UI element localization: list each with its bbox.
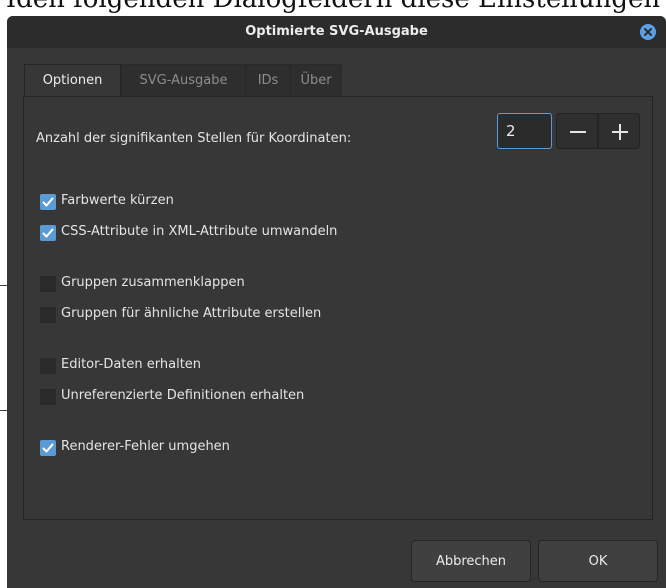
checkbox[interactable]: [40, 440, 56, 456]
close-icon: [644, 28, 652, 36]
background-document-mark: [0, 410, 7, 411]
option-label: Farbwerte kürzen: [61, 193, 174, 208]
tab-options[interactable]: Optionen: [24, 64, 121, 97]
close-button[interactable]: [640, 24, 656, 40]
options-panel: Anzahl der signifikanten Stellen für Koo…: [23, 96, 653, 520]
minus-icon: [570, 131, 586, 133]
checkbox[interactable]: [40, 389, 56, 405]
checkbox[interactable]: [40, 307, 56, 323]
option-label: Unreferenzierte Definitionen erhalten: [61, 388, 305, 403]
tab-about[interactable]: Über: [290, 64, 342, 96]
option-label: Gruppen zusammenklappen: [61, 275, 245, 290]
coordinate-precision-input[interactable]: [497, 113, 552, 149]
checkmark-icon: [42, 443, 54, 453]
decrement-button[interactable]: [556, 113, 598, 149]
checkbox[interactable]: [40, 225, 56, 241]
tab-ids[interactable]: IDs: [246, 64, 290, 96]
coordinate-precision-label: Anzahl der signifikanten Stellen für Koo…: [36, 131, 352, 146]
ok-button[interactable]: OK: [538, 540, 658, 582]
option-label: Renderer-Fehler umgehen: [61, 439, 230, 454]
option-label: CSS-Attribute in XML-Attribute umwandeln: [61, 224, 338, 239]
checkbox[interactable]: [40, 194, 56, 210]
checkmark-icon: [42, 228, 54, 238]
dialog-titlebar: Optimierte SVG-Ausgabe: [7, 16, 666, 48]
option-label: Gruppen für ähnliche Attribute erstellen: [61, 306, 322, 321]
dialog-title: Optimierte SVG-Ausgabe: [245, 24, 428, 39]
option-label: Editor-Daten erhalten: [61, 357, 202, 372]
plus-icon: [612, 124, 628, 140]
checkmark-icon: [42, 197, 54, 207]
checkbox[interactable]: [40, 276, 56, 292]
background-document-mark: [0, 285, 7, 286]
checkbox[interactable]: [40, 358, 56, 374]
background-document-heading: Iden folgenden Dialogfeldern diese Einst…: [0, 0, 666, 17]
tab-svg-output[interactable]: SVG-Ausgabe: [121, 64, 246, 96]
cancel-button[interactable]: Abbrechen: [411, 540, 531, 582]
increment-button[interactable]: [598, 113, 640, 149]
optimized-svg-dialog: Optimierte SVG-Ausgabe Optionen SVG-Ausg…: [7, 16, 666, 588]
